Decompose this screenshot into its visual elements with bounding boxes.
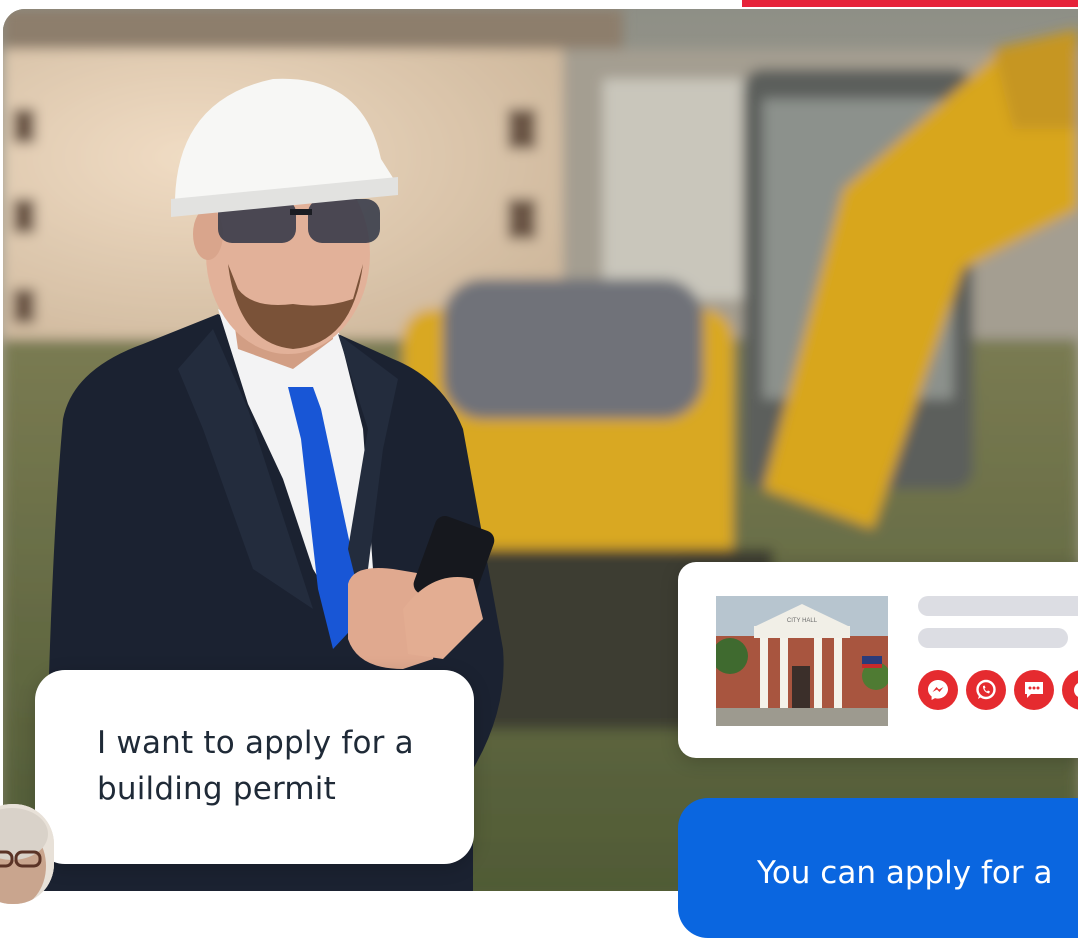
user-message-bubble: I want to apply for a building permit [35,670,474,864]
chat-icon[interactable] [1062,670,1078,710]
city-hall-thumbnail: CITY HALL [716,596,888,726]
messenger-icon[interactable] [918,670,958,710]
subtitle-placeholder [918,628,1068,648]
thumbnail-sign: CITY HALL [787,618,818,624]
sms-icon[interactable] [1014,670,1054,710]
bot-message-bubble: You can apply for a [678,798,1078,938]
whatsapp-icon[interactable] [966,670,1006,710]
user-message-text: I want to apply for a building permit [97,725,414,807]
business-profile-card[interactable]: CITY HALL [678,562,1078,758]
title-placeholder [918,596,1078,616]
accent-bar [742,0,1078,7]
bot-message-text: You can apply for a [757,855,1053,891]
